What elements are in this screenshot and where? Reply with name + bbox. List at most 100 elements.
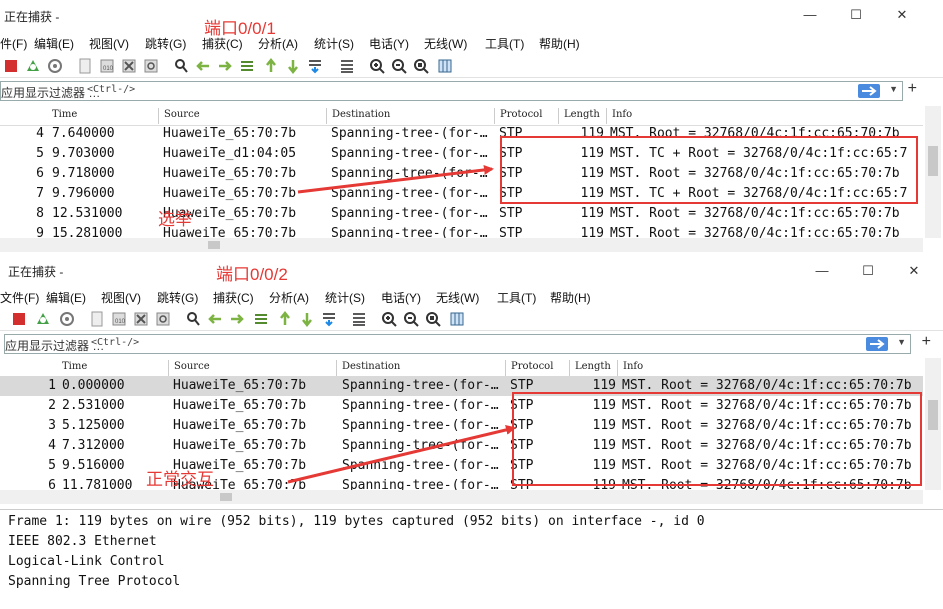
menu-view[interactable]: 视图(V) (101, 289, 141, 306)
minimize-icon[interactable]: — (795, 4, 825, 26)
menu-go[interactable]: 跳转(G) (157, 289, 198, 306)
menu-analyze[interactable]: 分析(A) (258, 35, 298, 52)
go-first-icon[interactable] (276, 310, 294, 328)
autoscroll-icon[interactable] (320, 310, 338, 328)
table-row[interactable]: 9 15.281000 HuaweiTe_65:70:7b Spanning-tree… (0, 224, 923, 238)
filter-dropdown-icon[interactable]: ▼ (889, 84, 898, 94)
find-packet-icon[interactable] (172, 57, 190, 75)
go-forward-icon[interactable] (216, 57, 234, 75)
apply-filter-arrow-icon[interactable] (866, 337, 888, 351)
find-packet-icon[interactable] (184, 310, 202, 328)
detail-llc[interactable]: Logical-Link Control (8, 554, 165, 569)
menu-statistics[interactable]: 统计(S) (314, 35, 354, 52)
column-destination[interactable]: Destination (342, 361, 400, 372)
menu-edit[interactable]: 编辑(E) (34, 35, 74, 52)
filter-dropdown-icon[interactable]: ▼ (897, 337, 906, 347)
zoom-reset-icon[interactable] (424, 310, 442, 328)
packet-list-horizontal-scrollbar[interactable] (0, 238, 923, 252)
column-source[interactable]: Source (164, 109, 200, 120)
cell-no: 9 (36, 226, 44, 238)
close-icon[interactable]: ✕ (899, 260, 929, 282)
zoom-reset-icon[interactable] (412, 57, 430, 75)
zoom-in-icon[interactable] (380, 310, 398, 328)
display-filter-input[interactable]: 应用显示过滤器 … <Ctrl-/> ▼ (4, 334, 911, 354)
column-info[interactable]: Info (612, 109, 632, 120)
stop-capture-icon[interactable] (10, 310, 28, 328)
menu-wireless[interactable]: 无线(W) (424, 35, 467, 52)
detail-stp[interactable]: Spanning Tree Protocol (8, 574, 180, 589)
capture-options-icon[interactable] (46, 57, 64, 75)
resize-columns-icon[interactable] (436, 57, 454, 75)
capture-options-icon[interactable] (58, 310, 76, 328)
packet-list-horizontal-scrollbar[interactable] (0, 490, 923, 504)
menu-help[interactable]: 帮助(H) (539, 35, 580, 52)
colorize-icon[interactable] (338, 57, 356, 75)
menu-view[interactable]: 视图(V) (89, 35, 129, 52)
column-length[interactable]: Length (564, 109, 600, 120)
menu-file[interactable]: 文件(F) (0, 289, 39, 306)
stop-capture-icon[interactable] (2, 57, 20, 75)
go-last-icon[interactable] (298, 310, 316, 328)
go-forward-icon[interactable] (228, 310, 246, 328)
maximize-icon[interactable]: ☐ (853, 260, 883, 282)
add-filter-button-icon[interactable]: + (922, 333, 931, 351)
close-file-icon[interactable] (132, 310, 150, 328)
column-length[interactable]: Length (575, 361, 611, 372)
column-destination[interactable]: Destination (332, 109, 390, 120)
menu-statistics[interactable]: 统计(S) (325, 289, 365, 306)
detail-frame[interactable]: Frame 1: 119 bytes on wire (952 bits), 1… (8, 514, 705, 529)
menu-help[interactable]: 帮助(H) (550, 289, 591, 306)
column-protocol[interactable]: Protocol (500, 109, 542, 120)
colorize-icon[interactable] (350, 310, 368, 328)
close-icon[interactable]: ✕ (887, 4, 917, 26)
menu-edit[interactable]: 编辑(E) (46, 289, 86, 306)
go-back-icon[interactable] (194, 57, 212, 75)
save-file-icon[interactable]: 010 (110, 310, 128, 328)
restart-capture-icon[interactable] (24, 57, 42, 75)
open-file-icon[interactable] (88, 310, 106, 328)
packet-list-vertical-scrollbar[interactable] (925, 358, 941, 490)
menu-tools[interactable]: 工具(T) (485, 35, 524, 52)
open-file-icon[interactable] (76, 57, 94, 75)
table-row[interactable]: 8 12.531000 HuaweiTe_65:70:7b Spanning-tree… (0, 204, 923, 224)
go-to-packet-icon[interactable] (238, 57, 256, 75)
display-filter-input[interactable]: 应用显示过滤器 … <Ctrl-/> ▼ (0, 81, 903, 101)
main-toolbar: 010 (0, 307, 943, 331)
close-file-icon[interactable] (120, 57, 138, 75)
autoscroll-icon[interactable] (306, 57, 324, 75)
cell-source: HuaweiTe_65:70:7b (163, 186, 297, 201)
save-file-icon[interactable]: 010 (98, 57, 116, 75)
go-first-icon[interactable] (262, 57, 280, 75)
restart-capture-icon[interactable] (34, 310, 52, 328)
zoom-out-icon[interactable] (402, 310, 420, 328)
menu-analyze[interactable]: 分析(A) (269, 289, 309, 306)
menu-telephony[interactable]: 电话(Y) (381, 289, 421, 306)
minimize-icon[interactable]: — (807, 260, 837, 282)
menu-go[interactable]: 跳转(G) (145, 35, 186, 52)
menu-telephony[interactable]: 电话(Y) (369, 35, 409, 52)
menu-capture[interactable]: 捕获(C) (202, 35, 243, 52)
column-protocol[interactable]: Protocol (511, 361, 553, 372)
column-time[interactable]: Time (62, 361, 87, 372)
menu-capture[interactable]: 捕获(C) (213, 289, 254, 306)
reload-file-icon[interactable] (142, 57, 160, 75)
zoom-in-icon[interactable] (368, 57, 386, 75)
apply-filter-arrow-icon[interactable] (858, 84, 880, 98)
maximize-icon[interactable]: ☐ (841, 4, 871, 26)
menu-file[interactable]: 件(F) (0, 35, 27, 52)
go-to-packet-icon[interactable] (252, 310, 270, 328)
go-back-icon[interactable] (206, 310, 224, 328)
zoom-out-icon[interactable] (390, 57, 408, 75)
menu-wireless[interactable]: 无线(W) (436, 289, 479, 306)
column-source[interactable]: Source (174, 361, 210, 372)
cell-no: 4 (36, 126, 44, 141)
add-filter-button-icon[interactable]: + (908, 80, 917, 98)
column-info[interactable]: Info (623, 361, 643, 372)
resize-columns-icon[interactable] (448, 310, 466, 328)
reload-file-icon[interactable] (154, 310, 172, 328)
column-time[interactable]: Time (52, 109, 77, 120)
packet-list-vertical-scrollbar[interactable] (925, 106, 941, 238)
go-last-icon[interactable] (284, 57, 302, 75)
detail-ethernet[interactable]: IEEE 802.3 Ethernet (8, 534, 157, 549)
menu-tools[interactable]: 工具(T) (497, 289, 536, 306)
